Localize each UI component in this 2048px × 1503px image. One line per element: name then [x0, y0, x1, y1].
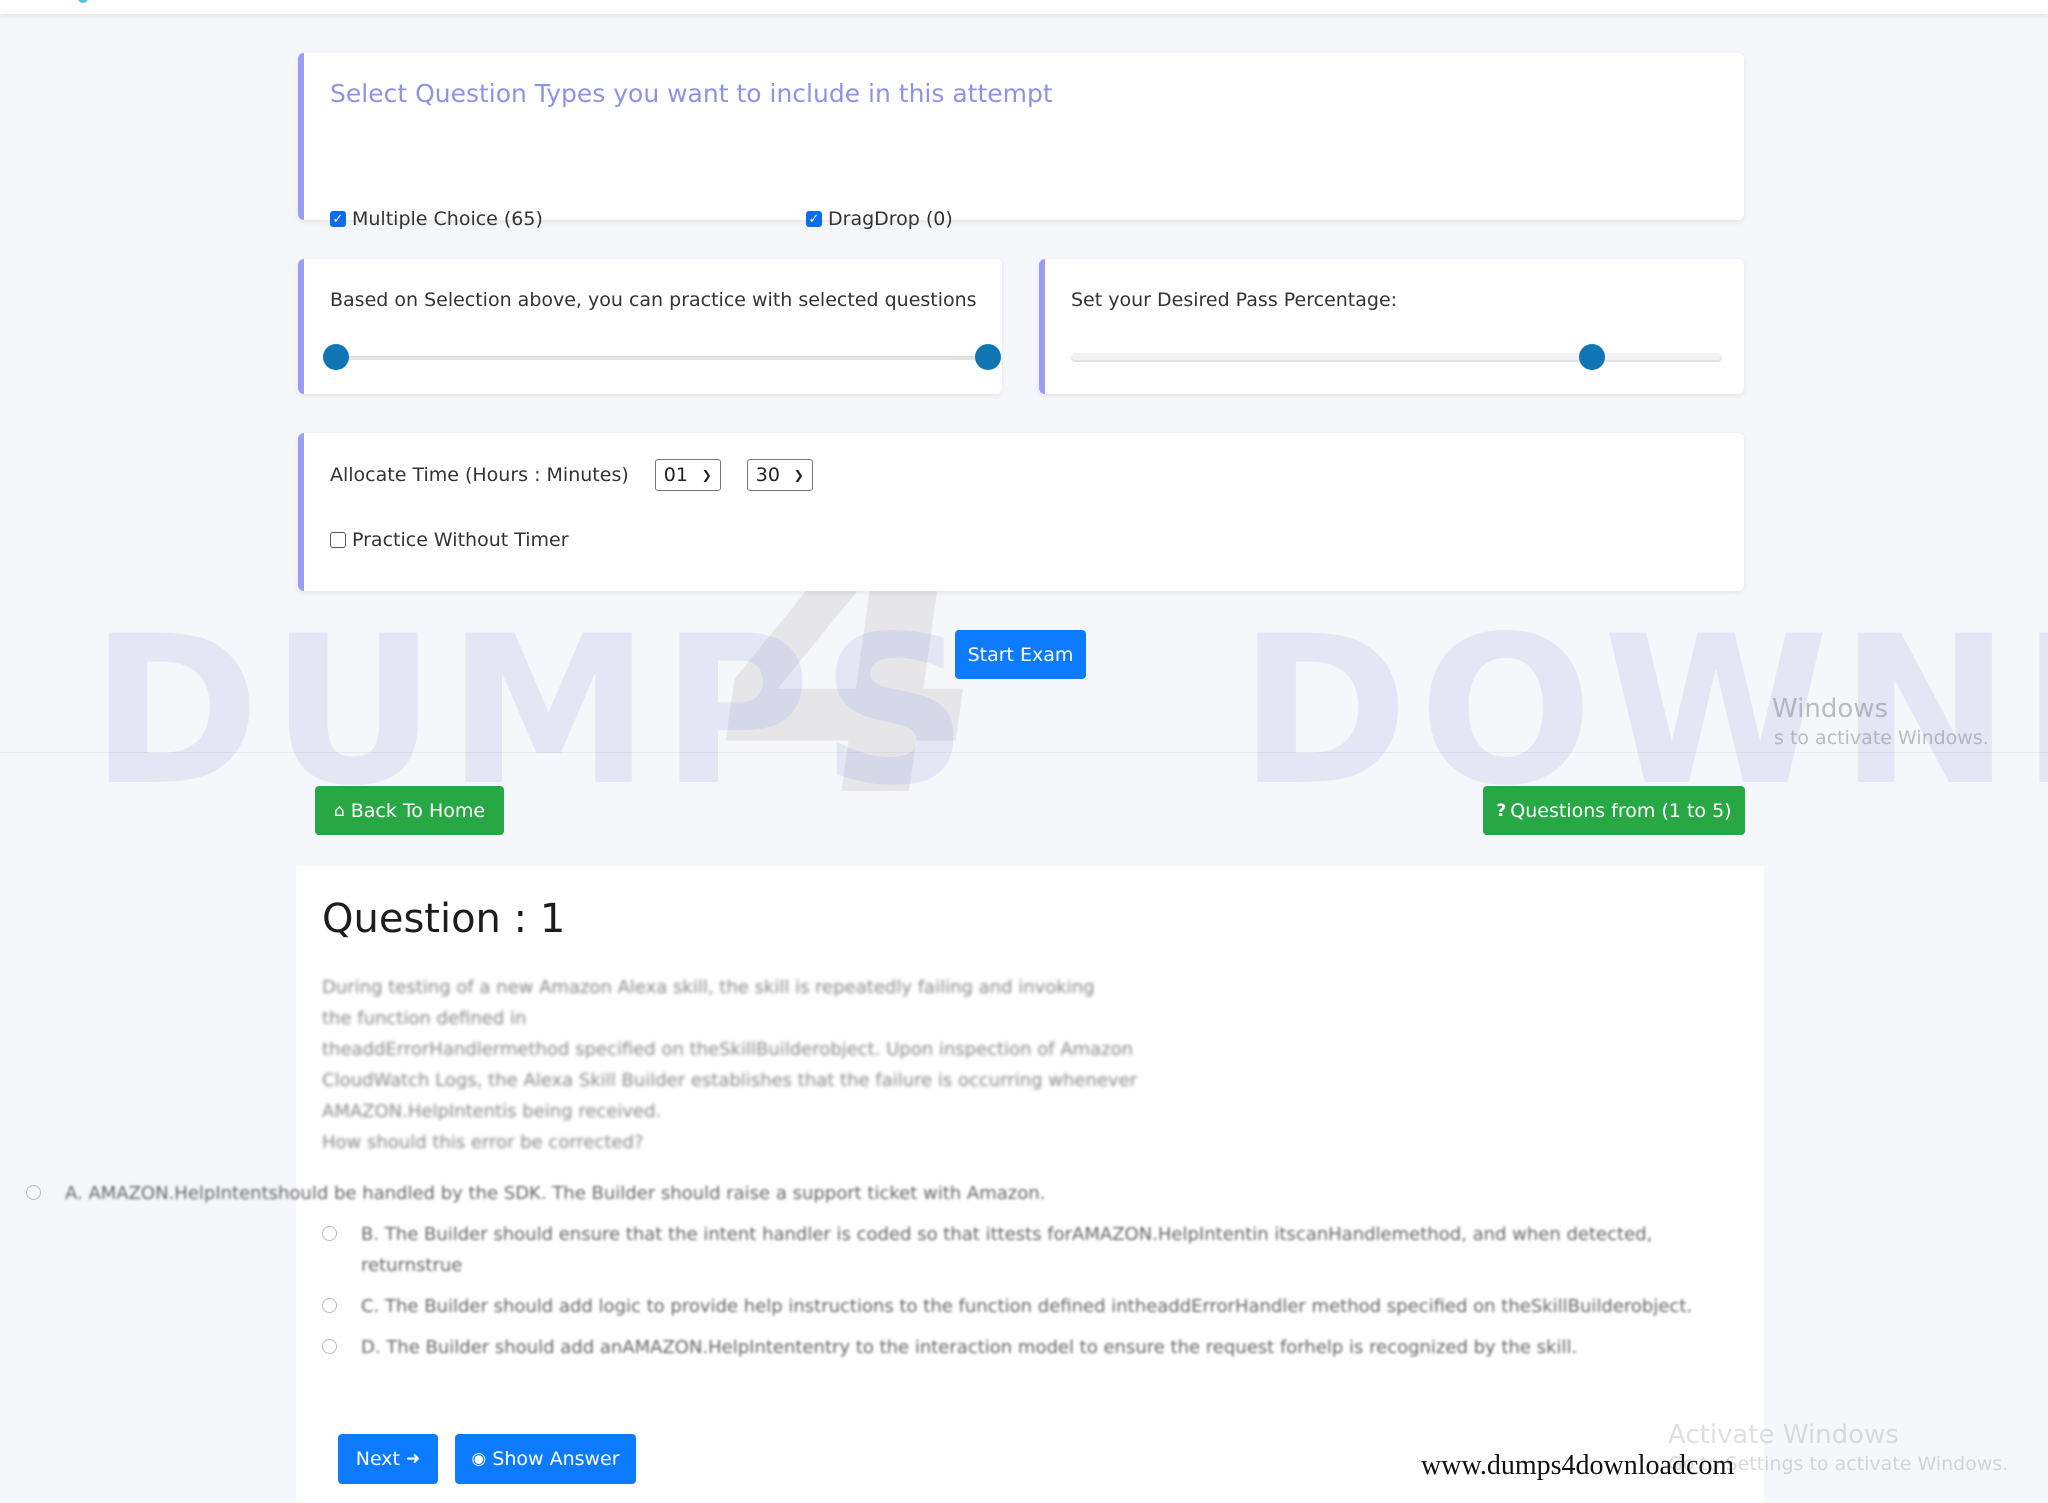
hours-select[interactable]: 01 ❯: [654, 459, 721, 491]
pass-percentage-card: Set your Desired Pass Percentage:: [1039, 259, 1744, 394]
next-label: Next: [355, 1448, 400, 1470]
question-text: During testing of a new Amazon Alexa ski…: [322, 972, 1182, 1158]
question-icon: ?: [1496, 800, 1507, 821]
activate-windows-title: Windows: [1772, 694, 1889, 724]
checkbox-checked-icon[interactable]: ✓: [806, 211, 822, 227]
minutes-value: 30: [755, 464, 780, 486]
allocate-time-label: Allocate Time (Hours : Minutes): [330, 464, 629, 486]
chevron-down-icon: ❯: [793, 468, 804, 482]
answer-option-c[interactable]: C. The Builder should add logic to provi…: [322, 1291, 1761, 1322]
radio-button[interactable]: [322, 1339, 337, 1354]
answer-option-text: D. The Builder should add anAMAZON.HelpI…: [361, 1337, 1578, 1358]
question-range-label: Based on Selection above, you can practi…: [330, 289, 977, 311]
question-text-line: How should this error be corrected?: [322, 1132, 644, 1153]
slider-track: [1071, 353, 1722, 362]
minutes-select[interactable]: 30 ❯: [746, 459, 813, 491]
show-answer-button[interactable]: ◉ Show Answer: [455, 1434, 636, 1484]
question-title: Question : 1: [322, 896, 566, 942]
answer-option-text: C. The Builder should add logic to provi…: [361, 1296, 1693, 1317]
slider-track: [336, 356, 988, 360]
watermark-brand-head: DUMPS: [90, 593, 979, 831]
show-answer-label: Show Answer: [492, 1448, 620, 1470]
slider-min-handle[interactable]: [323, 344, 349, 370]
chevron-down-icon: ❯: [701, 468, 712, 482]
dragdrop-label: DragDrop (0): [828, 208, 953, 230]
hours-value: 01: [663, 464, 688, 486]
checkbox-unchecked-icon[interactable]: [330, 532, 346, 548]
question-range-card: Based on Selection above, you can practi…: [298, 259, 1002, 394]
slider-handle[interactable]: [1578, 344, 1605, 370]
answer-option-d[interactable]: D. The Builder should add anAMAZON.HelpI…: [322, 1332, 1761, 1363]
start-exam-button[interactable]: Start Exam: [955, 630, 1086, 679]
question-text-line: AMAZON.HelpIntentis being received.: [322, 1101, 662, 1122]
divider: [0, 752, 2048, 753]
activate-windows-subtitle: s to activate Windows.: [1774, 727, 1989, 749]
question-range-slider[interactable]: [323, 344, 1001, 370]
answer-option-text: B. The Builder should ensure that the in…: [361, 1224, 1653, 1276]
question-types-card: Select Question Types you want to includ…: [298, 53, 1744, 230]
question-text-line: theaddErrorHandlermethod specified on th…: [322, 1039, 1134, 1060]
allocate-time-card: Allocate Time (Hours : Minutes) 01 ❯ 30 …: [298, 433, 1744, 591]
multiple-choice-label: Multiple Choice (65): [352, 208, 543, 230]
back-to-home-button[interactable]: ⌂ Back To Home: [315, 786, 504, 835]
site-watermark: www.dumps4downloadcom: [1421, 1450, 1735, 1481]
answer-option-b[interactable]: B. The Builder should ensure that the in…: [322, 1219, 1731, 1281]
start-exam-label: Start Exam: [967, 643, 1074, 666]
slider-max-handle[interactable]: [975, 344, 1001, 370]
checkbox-multiple-choice[interactable]: ✓ Multiple Choice (65): [330, 208, 543, 230]
time-row: Allocate Time (Hours : Minutes) 01 ❯ 30 …: [330, 459, 813, 491]
question-text-line: CloudWatch Logs, the Alexa Skill Builder…: [322, 1070, 1138, 1091]
pass-percentage-label: Set your Desired Pass Percentage:: [1071, 289, 1398, 311]
arrow-right-icon: ➜: [406, 1449, 421, 1469]
top-navbar: [0, 0, 2048, 14]
questions-range-button[interactable]: ? Questions from (1 to 5): [1483, 786, 1745, 835]
question-types-title: Select Question Types you want to includ…: [330, 79, 1053, 108]
radio-button[interactable]: [26, 1185, 41, 1200]
answer-option-a[interactable]: A. AMAZON.HelpIntentshould be handled by…: [26, 1178, 1465, 1209]
checkbox-checked-icon[interactable]: ✓: [330, 211, 346, 227]
eye-icon: ◉: [471, 1449, 487, 1469]
radio-button[interactable]: [322, 1298, 337, 1313]
question-text-line: the function defined in: [322, 1008, 527, 1029]
home-icon: ⌂: [333, 800, 345, 821]
questions-range-label: Questions from (1 to 5): [1510, 799, 1732, 822]
answer-option-text: A. AMAZON.HelpIntentshould be handled by…: [65, 1183, 1046, 1204]
pass-percentage-slider[interactable]: [1071, 344, 1722, 370]
radio-button[interactable]: [322, 1226, 337, 1241]
logo-fragment: [78, 0, 88, 3]
checkbox-dragdrop[interactable]: ✓ DragDrop (0): [806, 208, 953, 230]
practice-without-timer-checkbox[interactable]: Practice Without Timer: [330, 529, 569, 551]
practice-without-timer-label: Practice Without Timer: [352, 529, 569, 551]
activate-windows-title: Activate Windows: [1668, 1420, 1899, 1450]
next-button[interactable]: Next ➜: [338, 1434, 438, 1484]
question-text-line: During testing of a new Amazon Alexa ski…: [322, 977, 1095, 998]
back-to-home-label: Back To Home: [350, 799, 486, 822]
